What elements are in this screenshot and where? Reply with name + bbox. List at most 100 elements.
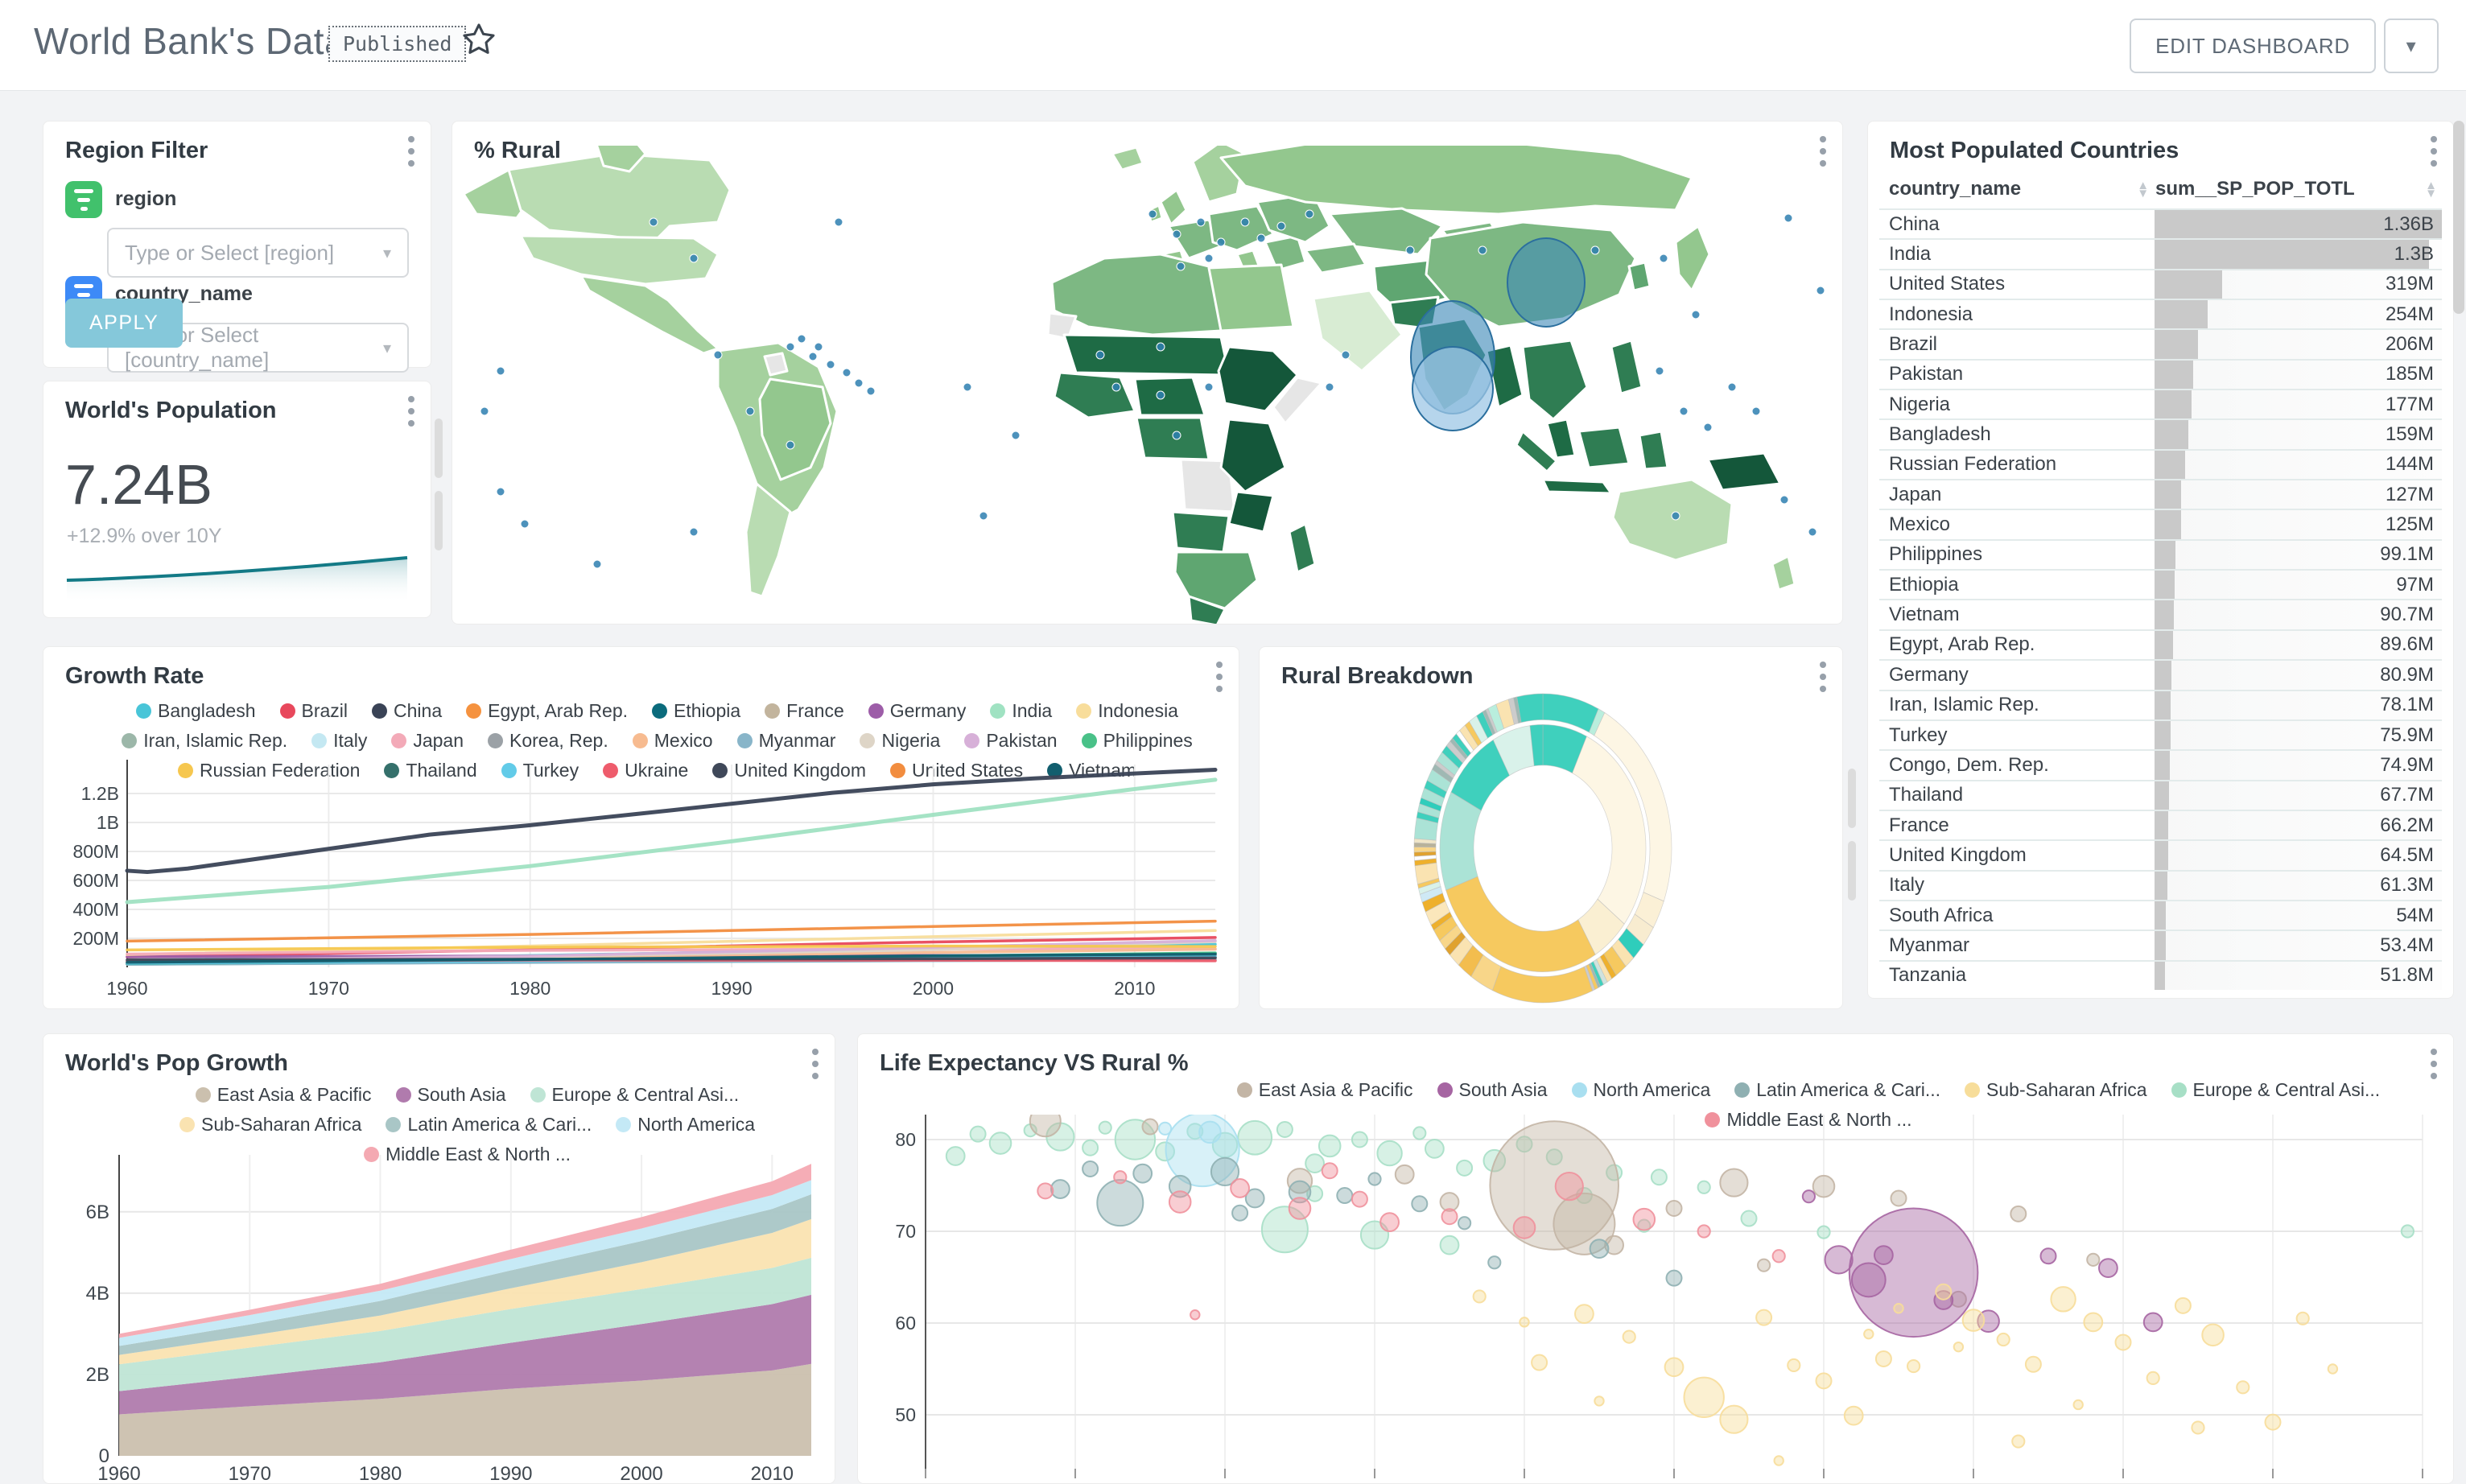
legend-item[interactable]: North America — [1572, 1079, 1711, 1101]
chevron-down-icon: ▾ — [383, 243, 391, 263]
svg-text:1960: 1960 — [106, 978, 147, 999]
table-row[interactable]: Italy61.3M — [1879, 870, 2442, 900]
pop-growth-area-chart[interactable]: 02B4B6B196019701980199020002010 — [63, 1147, 817, 1484]
legend-item[interactable]: France — [765, 700, 844, 722]
legend-item[interactable]: East Asia & Pacific — [196, 1084, 372, 1106]
country-population-table: country_name▲▼ sum__SP_POP_TOTL▲▼ China1… — [1879, 171, 2442, 990]
table-row[interactable]: South Africa54M — [1879, 900, 2442, 930]
table-row[interactable]: Nigeria177M — [1879, 389, 2442, 418]
svg-text:400M: 400M — [72, 899, 119, 920]
legend-item[interactable]: Italy — [311, 730, 367, 752]
rural-sunburst-chart[interactable] — [1260, 647, 1843, 1009]
table-row[interactable]: Philippines99.1M — [1879, 539, 2442, 569]
legend-item[interactable]: Germany — [868, 700, 967, 722]
table-row[interactable]: Indonesia254M — [1879, 299, 2442, 328]
pop-growth-card: World's Pop Growth East Asia & PacificSo… — [43, 1033, 835, 1484]
table-row[interactable]: Mexico125M — [1879, 509, 2442, 538]
table-row[interactable]: Thailand67.7M — [1879, 780, 2442, 810]
svg-text:1B: 1B — [97, 812, 119, 833]
kebab-menu-icon[interactable] — [2431, 1049, 2437, 1079]
life-scatter-chart[interactable]: 506070800102030405060708090100 — [877, 1115, 2435, 1484]
table-row[interactable]: Brazil206M — [1879, 328, 2442, 358]
table-row[interactable]: Japan127M — [1879, 479, 2442, 509]
published-badge[interactable]: Published — [328, 26, 466, 62]
legend-item[interactable]: Nigeria — [860, 730, 940, 752]
world-choropleth-map[interactable] — [452, 146, 1843, 625]
table-row[interactable]: Tanzania51.8M — [1879, 960, 2442, 990]
pane-resize-handle[interactable] — [435, 491, 443, 550]
legend-item[interactable]: East Asia & Pacific — [1237, 1079, 1413, 1101]
legend-item[interactable]: Korea, Rep. — [488, 730, 608, 752]
pane-resize-handle[interactable] — [1848, 769, 1856, 828]
svg-text:1.2B: 1.2B — [81, 783, 119, 804]
table-row[interactable]: United States319M — [1879, 269, 2442, 299]
kebab-menu-icon[interactable] — [408, 136, 414, 167]
legend-item[interactable]: Pakistan — [964, 730, 1057, 752]
svg-text:50: 50 — [895, 1404, 916, 1425]
table-row[interactable]: Egypt, Arab Rep.89.6M — [1879, 629, 2442, 659]
kebab-menu-icon[interactable] — [408, 396, 414, 427]
card-title: Most Populated Countries — [1890, 138, 2179, 164]
sort-icon[interactable]: ▲▼ — [2137, 180, 2149, 199]
favorite-star-icon[interactable] — [460, 21, 497, 58]
table-row[interactable]: Turkey75.9M — [1879, 719, 2442, 749]
svg-text:4B: 4B — [86, 1283, 109, 1305]
table-row[interactable]: Germany80.9M — [1879, 659, 2442, 689]
legend-item[interactable]: Latin America & Cari... — [386, 1114, 592, 1136]
legend-item[interactable]: Ethiopia — [652, 700, 740, 722]
table-row[interactable]: France66.2M — [1879, 810, 2442, 839]
column-header-country[interactable]: country_name▲▼ — [1879, 178, 2149, 200]
kebab-menu-icon[interactable] — [2431, 136, 2437, 167]
apply-button[interactable]: APPLY — [65, 299, 183, 348]
svg-text:1990: 1990 — [711, 978, 753, 999]
svg-text:600M: 600M — [72, 870, 119, 891]
svg-text:2B: 2B — [86, 1364, 109, 1386]
filter-icon — [65, 181, 102, 218]
table-row[interactable]: Russian Federation144M — [1879, 449, 2442, 479]
table-row[interactable]: Congo, Dem. Rep.74.9M — [1879, 749, 2442, 779]
legend-item[interactable]: South Asia — [396, 1084, 506, 1106]
legend-item[interactable]: Myanmar — [737, 730, 836, 752]
page-scrollbar[interactable] — [2453, 121, 2464, 314]
worlds-population-card: World's Population 7.24B +12.9% over 10Y — [43, 381, 431, 618]
legend-item[interactable]: Brazil — [280, 700, 348, 722]
column-header-sum[interactable]: sum__SP_POP_TOTL▲▼ — [2149, 178, 2442, 200]
sort-icon[interactable]: ▲▼ — [2425, 180, 2437, 199]
pane-resize-handle[interactable] — [1848, 841, 1856, 901]
legend-item[interactable]: Iran, Islamic Rep. — [122, 730, 287, 752]
table-row[interactable]: India1.3B — [1879, 238, 2442, 268]
legend-item[interactable]: South Asia — [1437, 1079, 1548, 1101]
table-row[interactable]: Pakistan185M — [1879, 359, 2442, 389]
rural-map-card: % Rural — [452, 121, 1843, 625]
kebab-menu-icon[interactable] — [812, 1049, 819, 1079]
legend-item[interactable]: Bangladesh — [136, 700, 256, 722]
svg-text:800M: 800M — [72, 841, 119, 862]
table-row[interactable]: Ethiopia97M — [1879, 569, 2442, 599]
legend-item[interactable]: Sub-Saharan Africa — [1965, 1079, 2146, 1101]
legend-item[interactable]: Mexico — [633, 730, 713, 752]
legend-item[interactable]: Europe & Central Asi... — [530, 1084, 740, 1106]
legend-item[interactable]: Philippines — [1082, 730, 1193, 752]
region-select[interactable]: Type or Select [region]▾ — [107, 228, 409, 278]
svg-text:1970: 1970 — [308, 978, 349, 999]
legend-item[interactable]: Japan — [391, 730, 464, 752]
legend-item[interactable]: China — [372, 700, 442, 722]
pane-resize-handle[interactable] — [435, 418, 443, 478]
kebab-menu-icon[interactable] — [1216, 662, 1223, 692]
legend-item[interactable]: North America — [616, 1114, 755, 1136]
legend-item[interactable]: Latin America & Cari... — [1734, 1079, 1940, 1101]
table-row[interactable]: United Kingdom64.5M — [1879, 839, 2442, 869]
table-row[interactable]: Bangladesh159M — [1879, 418, 2442, 448]
table-row[interactable]: Vietnam90.7M — [1879, 599, 2442, 629]
legend-item[interactable]: Europe & Central Asi... — [2171, 1079, 2381, 1101]
growth-line-chart[interactable]: 196019701980199020002010200M400M600M800M… — [63, 756, 1222, 1006]
table-row[interactable]: Iran, Islamic Rep.78.1M — [1879, 690, 2442, 719]
edit-dashboard-button[interactable]: EDIT DASHBOARD — [2130, 19, 2376, 73]
legend-item[interactable]: Egypt, Arab Rep. — [466, 700, 628, 722]
legend-item[interactable]: India — [990, 700, 1052, 722]
legend-item[interactable]: Sub-Saharan Africa — [179, 1114, 361, 1136]
legend-item[interactable]: Indonesia — [1076, 700, 1178, 722]
table-row[interactable]: China1.36B — [1879, 208, 2442, 238]
table-row[interactable]: Myanmar53.4M — [1879, 930, 2442, 959]
header-more-button[interactable]: ▾ — [2384, 19, 2439, 73]
